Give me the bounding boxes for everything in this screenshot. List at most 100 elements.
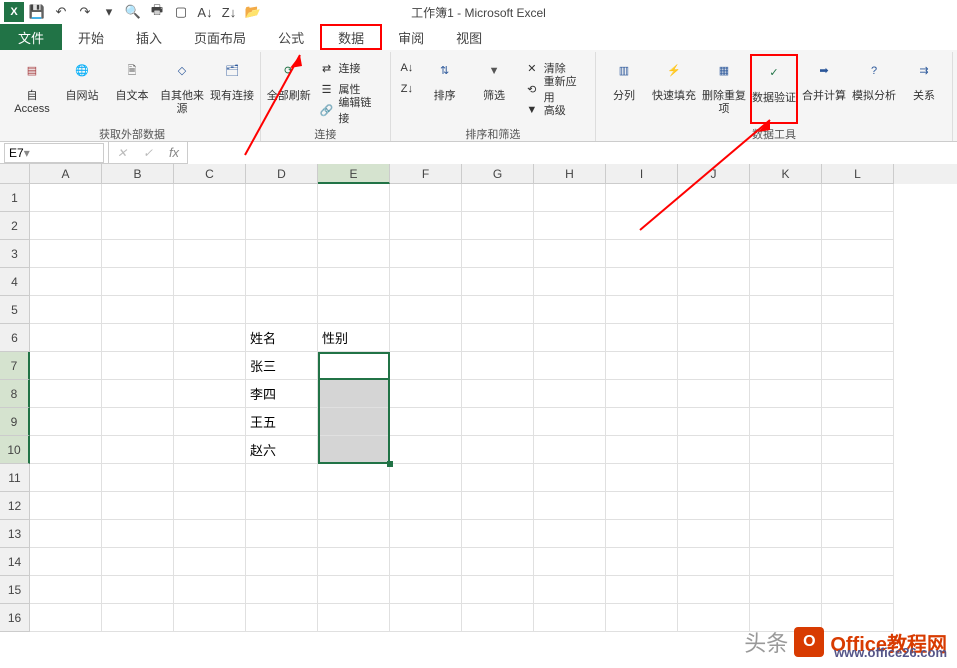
tab-layout[interactable]: 页面布局 — [178, 24, 262, 50]
cell-F6[interactable] — [390, 324, 462, 352]
cell-K13[interactable] — [750, 520, 822, 548]
cell-L12[interactable] — [822, 492, 894, 520]
cell-I16[interactable] — [606, 604, 678, 632]
cell-K3[interactable] — [750, 240, 822, 268]
preview-icon[interactable]: 🔍 — [122, 2, 144, 22]
cell-B4[interactable] — [102, 268, 174, 296]
cell-D1[interactable] — [246, 184, 318, 212]
cell-G14[interactable] — [462, 548, 534, 576]
cell-F11[interactable] — [390, 464, 462, 492]
cell-E9[interactable] — [318, 408, 390, 436]
cell-F7[interactable] — [390, 352, 462, 380]
cell-C14[interactable] — [174, 548, 246, 576]
cell-D13[interactable] — [246, 520, 318, 548]
cell-L11[interactable] — [822, 464, 894, 492]
cell-D15[interactable] — [246, 576, 318, 604]
cell-E12[interactable] — [318, 492, 390, 520]
cell-D12[interactable] — [246, 492, 318, 520]
sort-asc-icon[interactable]: A↓ — [194, 2, 216, 22]
col-header-L[interactable]: L — [822, 164, 894, 184]
cell-I1[interactable] — [606, 184, 678, 212]
cell-G5[interactable] — [462, 296, 534, 324]
cell-J8[interactable] — [678, 380, 750, 408]
cell-J7[interactable] — [678, 352, 750, 380]
cell-G4[interactable] — [462, 268, 534, 296]
from-access-button[interactable]: ▤自 Access — [8, 54, 56, 124]
print-icon[interactable]: 🖶 — [146, 2, 168, 22]
cell-F3[interactable] — [390, 240, 462, 268]
cell-C12[interactable] — [174, 492, 246, 520]
cell-J16[interactable] — [678, 604, 750, 632]
cell-H16[interactable] — [534, 604, 606, 632]
cell-B2[interactable] — [102, 212, 174, 240]
cell-D6[interactable]: 姓名 — [246, 324, 318, 352]
cell-A7[interactable] — [30, 352, 102, 380]
cell-D4[interactable] — [246, 268, 318, 296]
cell-L2[interactable] — [822, 212, 894, 240]
cell-J6[interactable] — [678, 324, 750, 352]
cell-F9[interactable] — [390, 408, 462, 436]
cell-G3[interactable] — [462, 240, 534, 268]
tab-data[interactable]: 数据 — [320, 24, 382, 50]
cell-G1[interactable] — [462, 184, 534, 212]
cell-L1[interactable] — [822, 184, 894, 212]
spreadsheet-area[interactable]: ABCDEFGHIJKL 123456姓名性别7张三8李四9王五10赵六1112… — [0, 164, 957, 632]
cell-D11[interactable] — [246, 464, 318, 492]
cell-C2[interactable] — [174, 212, 246, 240]
cell-J14[interactable] — [678, 548, 750, 576]
cell-D14[interactable] — [246, 548, 318, 576]
cell-B11[interactable] — [102, 464, 174, 492]
from-other-button[interactable]: ◇自其他来源 — [158, 54, 206, 124]
cell-H10[interactable] — [534, 436, 606, 464]
edit-links-button[interactable]: 🔗编辑链接 — [315, 100, 386, 120]
row-header-11[interactable]: 11 — [0, 464, 30, 492]
cell-D10[interactable]: 赵六 — [246, 436, 318, 464]
cell-A13[interactable] — [30, 520, 102, 548]
cell-H2[interactable] — [534, 212, 606, 240]
sort-desc-button[interactable]: Z↓ — [395, 79, 419, 99]
cell-I10[interactable] — [606, 436, 678, 464]
cell-I5[interactable] — [606, 296, 678, 324]
cell-L10[interactable] — [822, 436, 894, 464]
cell-A8[interactable] — [30, 380, 102, 408]
cell-G6[interactable] — [462, 324, 534, 352]
cell-B5[interactable] — [102, 296, 174, 324]
cell-C4[interactable] — [174, 268, 246, 296]
cell-F14[interactable] — [390, 548, 462, 576]
cell-J11[interactable] — [678, 464, 750, 492]
cell-B9[interactable] — [102, 408, 174, 436]
row-header-3[interactable]: 3 — [0, 240, 30, 268]
cell-J12[interactable] — [678, 492, 750, 520]
relationships-button[interactable]: ⇉关系 — [900, 54, 948, 124]
connections-button[interactable]: ⇄连接 — [315, 58, 386, 78]
cell-K10[interactable] — [750, 436, 822, 464]
cell-J9[interactable] — [678, 408, 750, 436]
refresh-all-button[interactable]: ⟳全部刷新 — [265, 54, 313, 124]
cell-B3[interactable] — [102, 240, 174, 268]
cell-E11[interactable] — [318, 464, 390, 492]
cancel-formula-icon[interactable]: ✕ — [109, 142, 135, 164]
row-header-12[interactable]: 12 — [0, 492, 30, 520]
row-header-2[interactable]: 2 — [0, 212, 30, 240]
cell-G2[interactable] — [462, 212, 534, 240]
cell-G12[interactable] — [462, 492, 534, 520]
cell-D8[interactable]: 李四 — [246, 380, 318, 408]
existing-connections-button[interactable]: 🗂现有连接 — [208, 54, 256, 124]
cell-E6[interactable]: 性别 — [318, 324, 390, 352]
cell-D16[interactable] — [246, 604, 318, 632]
remove-duplicates-button[interactable]: ▦删除重复项 — [700, 54, 748, 124]
from-text-button[interactable]: 🗎自文本 — [108, 54, 156, 124]
cell-G16[interactable] — [462, 604, 534, 632]
open-icon[interactable]: 📂 — [242, 2, 264, 22]
whatif-button[interactable]: ?模拟分析 — [850, 54, 898, 124]
cell-B13[interactable] — [102, 520, 174, 548]
text-to-columns-button[interactable]: ▥分列 — [600, 54, 648, 124]
redo-icon[interactable]: ↷ — [74, 2, 96, 22]
row-header-13[interactable]: 13 — [0, 520, 30, 548]
cell-F4[interactable] — [390, 268, 462, 296]
cell-B16[interactable] — [102, 604, 174, 632]
cell-B8[interactable] — [102, 380, 174, 408]
cell-K11[interactable] — [750, 464, 822, 492]
cell-J13[interactable] — [678, 520, 750, 548]
cell-F16[interactable] — [390, 604, 462, 632]
